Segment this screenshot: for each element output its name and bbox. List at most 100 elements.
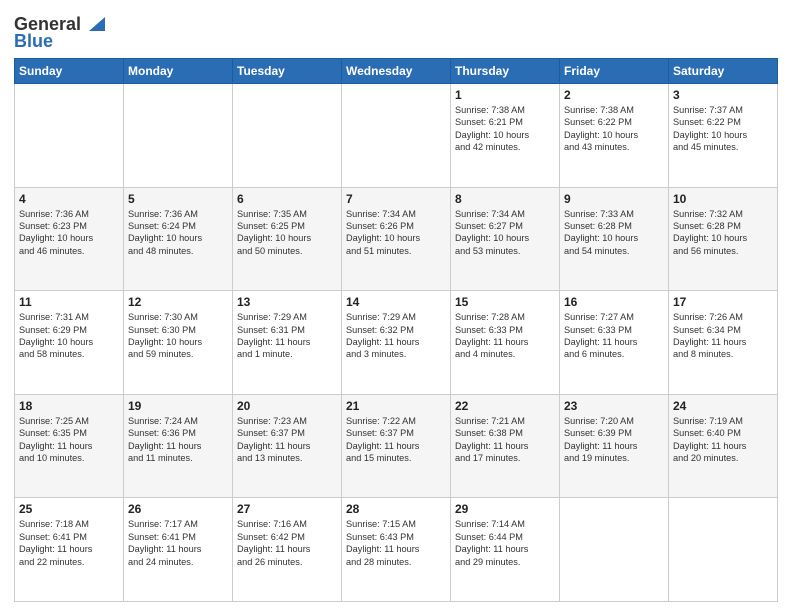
day-info: Sunrise: 7:30 AM Sunset: 6:30 PM Dayligh… [128, 311, 228, 361]
header-row: SundayMondayTuesdayWednesdayThursdayFrid… [15, 59, 778, 84]
day-info: Sunrise: 7:29 AM Sunset: 6:31 PM Dayligh… [237, 311, 337, 361]
day-info: Sunrise: 7:18 AM Sunset: 6:41 PM Dayligh… [19, 518, 119, 568]
day-number: 27 [237, 502, 337, 516]
day-info: Sunrise: 7:34 AM Sunset: 6:27 PM Dayligh… [455, 208, 555, 258]
day-number: 7 [346, 192, 446, 206]
day-info: Sunrise: 7:24 AM Sunset: 6:36 PM Dayligh… [128, 415, 228, 465]
day-info: Sunrise: 7:28 AM Sunset: 6:33 PM Dayligh… [455, 311, 555, 361]
day-info: Sunrise: 7:21 AM Sunset: 6:38 PM Dayligh… [455, 415, 555, 465]
calendar-cell: 29 Sunrise: 7:14 AM Sunset: 6:44 PM Dayli… [451, 498, 560, 602]
day-number: 19 [128, 399, 228, 413]
day-number: 3 [673, 88, 773, 102]
day-number: 5 [128, 192, 228, 206]
day-info: Sunrise: 7:25 AM Sunset: 6:35 PM Dayligh… [19, 415, 119, 465]
calendar-cell: 27Sunrise: 7:16 AM Sunset: 6:42 PM Dayli… [233, 498, 342, 602]
calendar-cell: 14 Sunrise: 7:29 AM Sunset: 6:32 PM Dayli… [342, 291, 451, 395]
calendar-cell: 19 Sunrise: 7:24 AM Sunset: 6:36 PM Dayli… [124, 394, 233, 498]
calendar-body: 1Sunrise: 7:38 AM Sunset: 6:21 PM Daylig… [15, 84, 778, 602]
calendar-cell: 15 Sunrise: 7:28 AM Sunset: 6:33 PM Dayli… [451, 291, 560, 395]
calendar-cell: 25 Sunrise: 7:18 AM Sunset: 6:41 PM Dayli… [15, 498, 124, 602]
calendar-cell: 12 Sunrise: 7:30 AM Sunset: 6:30 PM Dayli… [124, 291, 233, 395]
day-number: 8 [455, 192, 555, 206]
day-number: 22 [455, 399, 555, 413]
day-number: 25 [19, 502, 119, 516]
day-number: 23 [564, 399, 664, 413]
day-info: Sunrise: 7:38 AM Sunset: 6:21 PM Dayligh… [455, 104, 555, 154]
day-number: 9 [564, 192, 664, 206]
day-info: Sunrise: 7:17 AM Sunset: 6:41 PM Dayligh… [128, 518, 228, 568]
calendar-cell: 7 Sunrise: 7:34 AM Sunset: 6:26 PM Daylig… [342, 187, 451, 291]
page: General Blue SundayMondayTuesdayWednesda… [0, 0, 792, 612]
calendar-cell: 18 Sunrise: 7:25 AM Sunset: 6:35 PM Dayli… [15, 394, 124, 498]
calendar-cell: 4Sunrise: 7:36 AM Sunset: 6:23 PM Daylig… [15, 187, 124, 291]
calendar-cell: 8 Sunrise: 7:34 AM Sunset: 6:27 PM Daylig… [451, 187, 560, 291]
day-info: Sunrise: 7:20 AM Sunset: 6:39 PM Dayligh… [564, 415, 664, 465]
day-info: Sunrise: 7:22 AM Sunset: 6:37 PM Dayligh… [346, 415, 446, 465]
logo-icon [83, 13, 105, 35]
day-of-week-header: Wednesday [342, 59, 451, 84]
calendar-cell: 28 Sunrise: 7:15 AM Sunset: 6:43 PM Dayli… [342, 498, 451, 602]
calendar-week-row: 25 Sunrise: 7:18 AM Sunset: 6:41 PM Dayli… [15, 498, 778, 602]
calendar-cell: 24 Sunrise: 7:19 AM Sunset: 6:40 PM Dayli… [669, 394, 778, 498]
day-info: Sunrise: 7:19 AM Sunset: 6:40 PM Dayligh… [673, 415, 773, 465]
day-info: Sunrise: 7:26 AM Sunset: 6:34 PM Dayligh… [673, 311, 773, 361]
calendar-cell [124, 84, 233, 188]
day-info: Sunrise: 7:38 AM Sunset: 6:22 PM Dayligh… [564, 104, 664, 154]
calendar-cell [560, 498, 669, 602]
calendar-week-row: 4Sunrise: 7:36 AM Sunset: 6:23 PM Daylig… [15, 187, 778, 291]
day-of-week-header: Saturday [669, 59, 778, 84]
calendar-cell: 10Sunrise: 7:32 AM Sunset: 6:28 PM Dayli… [669, 187, 778, 291]
day-of-week-header: Monday [124, 59, 233, 84]
day-number: 12 [128, 295, 228, 309]
day-number: 14 [346, 295, 446, 309]
header: General Blue [14, 10, 778, 52]
calendar-table: SundayMondayTuesdayWednesdayThursdayFrid… [14, 58, 778, 602]
calendar-cell [15, 84, 124, 188]
day-number: 18 [19, 399, 119, 413]
day-info: Sunrise: 7:27 AM Sunset: 6:33 PM Dayligh… [564, 311, 664, 361]
calendar-cell: 13 Sunrise: 7:29 AM Sunset: 6:31 PM Dayli… [233, 291, 342, 395]
calendar-cell [233, 84, 342, 188]
calendar-cell: 16 Sunrise: 7:27 AM Sunset: 6:33 PM Dayli… [560, 291, 669, 395]
day-of-week-header: Thursday [451, 59, 560, 84]
day-number: 16 [564, 295, 664, 309]
calendar-cell: 9 Sunrise: 7:33 AM Sunset: 6:28 PM Daylig… [560, 187, 669, 291]
day-number: 10 [673, 192, 773, 206]
day-number: 6 [237, 192, 337, 206]
calendar-cell: 1Sunrise: 7:38 AM Sunset: 6:21 PM Daylig… [451, 84, 560, 188]
calendar-cell: 23 Sunrise: 7:20 AM Sunset: 6:39 PM Dayli… [560, 394, 669, 498]
day-number: 15 [455, 295, 555, 309]
day-number: 11 [19, 295, 119, 309]
calendar-cell [342, 84, 451, 188]
day-info: Sunrise: 7:14 AM Sunset: 6:44 PM Dayligh… [455, 518, 555, 568]
day-info: Sunrise: 7:15 AM Sunset: 6:43 PM Dayligh… [346, 518, 446, 568]
day-number: 24 [673, 399, 773, 413]
day-number: 17 [673, 295, 773, 309]
calendar-cell: 5 Sunrise: 7:36 AM Sunset: 6:24 PM Daylig… [124, 187, 233, 291]
calendar-week-row: 18 Sunrise: 7:25 AM Sunset: 6:35 PM Dayli… [15, 394, 778, 498]
day-number: 4 [19, 192, 119, 206]
day-info: Sunrise: 7:34 AM Sunset: 6:26 PM Dayligh… [346, 208, 446, 258]
day-info: Sunrise: 7:37 AM Sunset: 6:22 PM Dayligh… [673, 104, 773, 154]
calendar-week-row: 11Sunrise: 7:31 AM Sunset: 6:29 PM Dayli… [15, 291, 778, 395]
calendar-cell [669, 498, 778, 602]
day-number: 29 [455, 502, 555, 516]
day-number: 2 [564, 88, 664, 102]
calendar-cell: 17 Sunrise: 7:26 AM Sunset: 6:34 PM Dayli… [669, 291, 778, 395]
day-info: Sunrise: 7:35 AM Sunset: 6:25 PM Dayligh… [237, 208, 337, 258]
day-info: Sunrise: 7:33 AM Sunset: 6:28 PM Dayligh… [564, 208, 664, 258]
day-info: Sunrise: 7:29 AM Sunset: 6:32 PM Dayligh… [346, 311, 446, 361]
day-number: 28 [346, 502, 446, 516]
day-of-week-header: Sunday [15, 59, 124, 84]
calendar-cell: 11Sunrise: 7:31 AM Sunset: 6:29 PM Dayli… [15, 291, 124, 395]
day-number: 21 [346, 399, 446, 413]
day-number: 26 [128, 502, 228, 516]
day-info: Sunrise: 7:36 AM Sunset: 6:24 PM Dayligh… [128, 208, 228, 258]
day-number: 20 [237, 399, 337, 413]
calendar-cell: 2 Sunrise: 7:38 AM Sunset: 6:22 PM Daylig… [560, 84, 669, 188]
calendar-cell: 21 Sunrise: 7:22 AM Sunset: 6:37 PM Dayli… [342, 394, 451, 498]
day-of-week-header: Friday [560, 59, 669, 84]
calendar-cell: 3 Sunrise: 7:37 AM Sunset: 6:22 PM Daylig… [669, 84, 778, 188]
calendar-cell: 22 Sunrise: 7:21 AM Sunset: 6:38 PM Dayli… [451, 394, 560, 498]
day-number: 13 [237, 295, 337, 309]
